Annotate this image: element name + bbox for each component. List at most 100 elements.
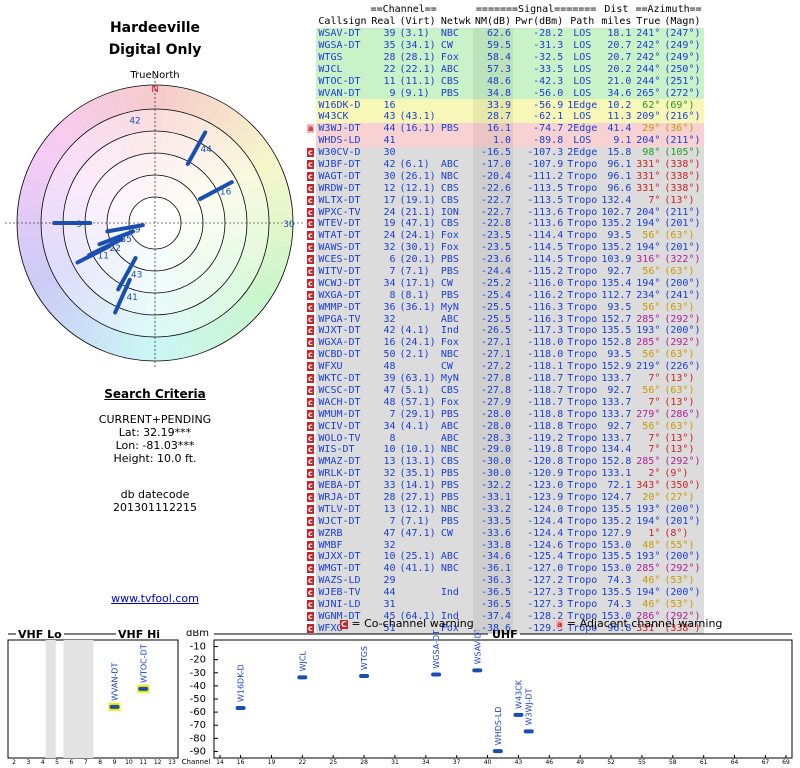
distance-cell: 74.3 <box>607 598 632 610</box>
callsign-cell[interactable]: WRDW-DT <box>316 182 368 194</box>
table-row[interactable]: WTGS 28 (28.1) Fox 58.4 -32.5 LOS 20.7 242° (249°… <box>305 51 704 64</box>
callsign-cell[interactable]: WMUM-DT <box>316 408 368 420</box>
callsign-cell[interactable]: WEBA-DT <box>316 480 368 492</box>
callsign-cell[interactable]: WVAN-DT <box>316 87 368 99</box>
table-row[interactable]: c WIS-DT 10 (10.1) NBC -29.0 -119.8 Tropo 134.4 7… <box>305 443 704 456</box>
callsign-cell[interactable]: WJCL <box>316 63 368 75</box>
callsign-cell[interactable]: WJCT-DT <box>316 515 368 527</box>
table-row[interactable]: c WMBF 32 -33.8 -124.6 Tropo 153.0 48° (55°) <box>305 539 704 551</box>
table-row[interactable]: c WPGA-TV 32 ABC -25.5 -116.3 Tropo 152.7 285° (2… <box>305 313 704 326</box>
table-row[interactable]: c WOLO-TV 8 ABC -28.3 -119.2 Tropo 133.7 7° (13°) <box>305 432 704 444</box>
callsign-cell[interactable]: WCWJ-DT <box>316 277 368 289</box>
tvfool-link[interactable]: www.tvfool.com <box>111 592 199 605</box>
table-row[interactable]: c WAZS-LD 29 -36.3 -127.2 Tropo 74.3 46° (53°) <box>305 574 704 587</box>
callsign-cell[interactable]: WJEB-TV <box>316 587 368 599</box>
table-row[interactable]: c WKTC-DT 39 (63.1) MyN -27.8 -118.7 Tropo 133.7… <box>305 372 704 385</box>
callsign-cell[interactable]: W30CV-D <box>316 147 368 159</box>
table-row[interactable]: c WJXX-DT 10 (25.1) ABC -34.6 -125.4 Tropo 135.5… <box>305 550 704 563</box>
table-row[interactable]: WVAN-DT 9 (9.1) PBS 34.8 -56.0 LOS 34.6 265° (272… <box>305 87 704 100</box>
callsign-cell[interactable]: WITV-DT <box>316 266 368 278</box>
table-row[interactable]: c WJBF-DT 42 (6.1) ABC -17.0 -107.9 Tropo 96.1 33… <box>305 158 704 171</box>
table-row[interactable]: WGSA-DT 35 (34.1) CW 59.5 -31.3 LOS 20.7 242° (24… <box>305 39 704 52</box>
table-row[interactable]: c WRDW-DT 12 (12.1) CBS -22.6 -113.5 Tropo 96.6 3… <box>305 182 704 195</box>
callsign-cell[interactable]: WMGT-DT <box>316 563 368 575</box>
table-row[interactable]: c WEBA-DT 33 (14.1) PBS -32.2 -123.0 Tropo 72.1 3… <box>305 479 704 492</box>
table-row[interactable]: c WJXT-DT 42 (4.1) Ind -26.5 -117.3 Tropo 135.5 1… <box>305 325 704 337</box>
table-row[interactable]: c WMMP-DT 36 (36.1) MyN -25.5 -116.3 Tropo 93.5 5… <box>305 301 704 314</box>
callsign-cell[interactable]: WSAV-DT <box>316 28 368 40</box>
callsign-cell[interactable]: WAZS-LD <box>316 575 368 587</box>
table-row[interactable]: c WAWS-DT 32 (30.1) Fox -23.5 -114.5 Tropo 135.2… <box>305 241 704 254</box>
table-row[interactable]: a W3WJ-DT 44 (16.1) PBS 16.1 -74.7 2Edge 41.4 29°… <box>305 122 704 135</box>
table-row[interactable]: c WGXA-DT 16 (24.1) Fox -27.1 -118.0 Tropo 152.8… <box>305 336 704 349</box>
table-row[interactable]: c WCWJ-DT 34 (17.1) CW -25.2 -116.0 Tropo 135.4 1… <box>305 277 704 290</box>
callsign-cell[interactable]: WJNI-LD <box>316 599 368 611</box>
callsign-cell[interactable]: WHDS-LD <box>316 135 368 147</box>
table-row[interactable]: WJCL 22 (22.1) ABC 57.3 -33.5 LOS 20.2 244° (250°… <box>305 63 704 76</box>
callsign-cell[interactable]: WFXU <box>316 361 368 373</box>
table-row[interactable]: c WAGT-DT 30 (26.1) NBC -20.4 -111.2 Tropo 96.1 3… <box>305 170 704 183</box>
table-row[interactable]: c WCSC-DT 47 (5.1) CBS -27.8 -118.7 Tropo 92.7 56… <box>305 384 704 397</box>
callsign-cell[interactable]: WCES-DT <box>316 254 368 266</box>
callsign-cell[interactable]: WRLK-DT <box>316 468 368 480</box>
table-row[interactable]: c WACH-DT 48 (57.1) Fox -27.9 -118.7 Tropo 133.7… <box>305 396 704 409</box>
callsign-cell[interactable]: WZRB <box>316 527 368 539</box>
callsign-cell[interactable]: WJBF-DT <box>316 159 368 171</box>
table-row[interactable]: c WITV-DT 7 (7.1) PBS -24.4 -115.2 Tropo 92.7 56°… <box>305 265 704 278</box>
callsign-cell[interactable]: WCBD-DT <box>316 349 368 361</box>
table-row[interactable]: W16DK-D 16 33.9 -56.9 1Edge 10.2 62° (69°) <box>305 99 704 112</box>
table-row[interactable]: W43CK 43 (43.1) 28.7 -62.1 LOS 11.3 209° (216°) <box>305 111 704 123</box>
table-row[interactable]: c WFXU 48 CW -27.2 -118.1 Tropo 152.9 219° (226°) <box>305 360 704 373</box>
table-row[interactable]: WTOC-DT 11 (11.1) CBS 48.6 -42.3 LOS 21.0 244° (2… <box>305 75 704 88</box>
callsign-cell[interactable]: WGSA-DT <box>316 40 368 52</box>
table-row[interactable]: c WRJA-DT 28 (27.1) PBS -33.1 -123.9 Tropo 124.7… <box>305 491 704 504</box>
table-row[interactable]: c WCBD-DT 50 (2.1) NBC -27.1 -118.0 Tropo 93.5 56… <box>305 348 704 361</box>
callsign-cell[interactable]: WMMP-DT <box>316 301 368 313</box>
table-row[interactable]: c WJNI-LD 31 -36.5 -127.3 Tropo 74.3 46° (53°) <box>305 598 704 611</box>
callsign-cell[interactable]: W16DK-D <box>316 99 368 111</box>
callsign-cell[interactable]: WPXC-TV <box>316 206 368 218</box>
callsign-cell[interactable]: WCSC-DT <box>316 385 368 397</box>
table-row[interactable]: c WMAZ-DT 13 (13.1) CBS -30.0 -120.8 Tropo 152.8… <box>305 455 704 468</box>
callsign-cell[interactable]: W3WJ-DT <box>316 123 368 135</box>
callsign-cell[interactable]: WJXX-DT <box>316 551 368 563</box>
table-row[interactable]: c WJCT-DT 7 (7.1) PBS -33.5 -124.4 Tropo 135.2 19… <box>305 515 704 528</box>
table-row[interactable]: c WMUM-DT 7 (29.1) PBS -28.0 -118.8 Tropo 133.7 2… <box>305 408 704 421</box>
table-row[interactable]: c W30CV-D 30 -16.5 -107.3 2Edge 15.8 98° (105°) <box>305 146 704 159</box>
table-row[interactable]: WHDS-LD 41 1.0 -89.8 LOS 9.1 204° (211°) <box>305 134 704 147</box>
table-row[interactable]: c WCES-DT 6 (20.1) PBS -23.6 -114.5 Tropo 103.9 3… <box>305 253 704 266</box>
callsign-cell[interactable]: W43CK <box>316 111 368 123</box>
table-row[interactable]: c WCIV-DT 34 (4.1) ABC -28.0 -118.8 Tropo 92.7 56… <box>305 420 704 433</box>
callsign-cell[interactable]: WAGT-DT <box>316 170 368 182</box>
table-row[interactable]: c WLTX-DT 17 (19.1) CBS -22.7 -113.5 Tropo 132.4… <box>305 194 704 207</box>
callsign-cell[interactable]: WTLV-DT <box>316 503 368 515</box>
callsign-cell[interactable]: WIS-DT <box>316 444 368 456</box>
callsign-cell[interactable]: WTAT-DT <box>316 230 368 242</box>
table-row[interactable]: c WPXC-TV 24 (21.1) ION -22.7 -113.6 Tropo 102.7… <box>305 206 704 219</box>
callsign-cell[interactable]: WKTC-DT <box>316 373 368 385</box>
table-row[interactable]: c WTAT-DT 24 (24.1) Fox -23.5 -114.4 Tropo 93.5 5… <box>305 229 704 242</box>
callsign-cell[interactable]: WXGA-DT <box>316 289 368 301</box>
callsign-cell[interactable]: WPGA-TV <box>316 313 368 325</box>
callsign-cell[interactable]: WAWS-DT <box>316 242 368 254</box>
callsign-cell[interactable]: WTEV-DT <box>316 218 368 230</box>
table-row[interactable]: c WTLV-DT 13 (12.1) NBC -33.2 -124.0 Tropo 135.5… <box>305 503 704 516</box>
table-row[interactable]: c WMGT-DT 40 (41.1) NBC -36.1 -127.0 Tropo 153.0… <box>305 562 704 575</box>
callsign-cell[interactable]: WOLO-TV <box>316 432 368 444</box>
table-row[interactable]: WSAV-DT 39 (3.1) NBC 62.6 -28.2 LOS 18.1 241° (24… <box>305 27 704 40</box>
callsign-cell[interactable]: WTOC-DT <box>316 75 368 87</box>
callsign-cell[interactable]: WCIV-DT <box>316 420 368 432</box>
callsign-cell[interactable]: WMBF <box>316 539 368 551</box>
callsign-cell[interactable]: WRJA-DT <box>316 492 368 504</box>
callsign-cell[interactable]: WACH-DT <box>316 396 368 408</box>
callsign-cell[interactable]: WGXA-DT <box>316 337 368 349</box>
table-row[interactable]: c WTEV-DT 19 (47.1) CBS -22.8 -113.6 Tropo 135.2… <box>305 218 704 230</box>
callsign-cell[interactable]: WTGS <box>316 52 368 64</box>
table-row[interactable]: c WXGA-DT 8 (8.1) PBS -25.4 -116.2 Tropo 112.7 23… <box>305 289 704 302</box>
callsign-cell[interactable]: WJXT-DT <box>316 325 368 337</box>
table-row[interactable]: c WRLK-DT 32 (35.1) PBS -30.0 -120.9 Tropo 133.1… <box>305 467 704 480</box>
table-row[interactable]: c WJEB-TV 44 Ind -36.5 -127.3 Tropo 135.5 194° (2… <box>305 586 704 599</box>
table-row[interactable]: c WZRB 47 (47.1) CW -33.6 -124.4 Tropo 127.9 1° (8… <box>305 527 704 540</box>
callsign-cell[interactable]: WLTX-DT <box>316 194 368 206</box>
callsign-cell[interactable]: WMAZ-DT <box>316 456 368 468</box>
